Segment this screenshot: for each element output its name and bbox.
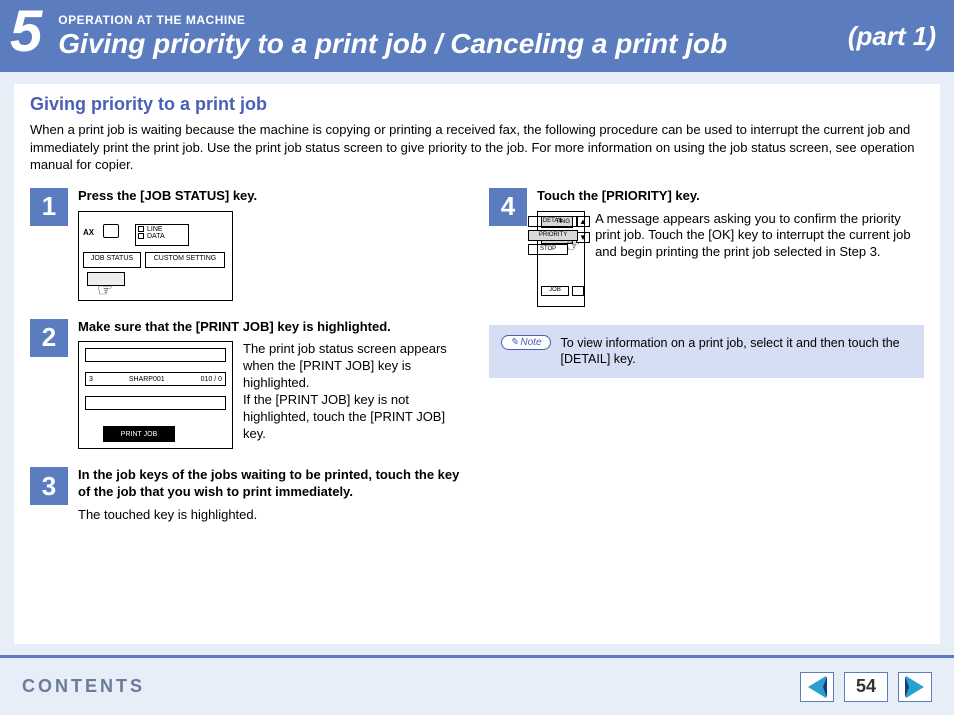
note-label: Note (520, 337, 541, 348)
note-badge: ✎Note (501, 335, 551, 350)
printer-icon (103, 224, 119, 238)
page-title: Giving priority to a print job / Canceli… (58, 29, 848, 60)
intro-paragraph: When a print job is waiting because the … (30, 121, 924, 174)
diagram-job-status-key: AX LINE DATA JOB STATUS CUSTOM SETTING ☜ (78, 211, 233, 301)
print-job-tab: PRINT JOB (103, 426, 175, 442)
section-heading: Giving priority to a print job (30, 94, 924, 115)
diagram-print-job-tab: 3 SHARP001 010 / 0 PRINT JOB (78, 341, 233, 449)
part-label: (part 1) (848, 21, 936, 52)
step-title: In the job keys of the jobs waiting to b… (78, 467, 465, 501)
step-description: A message appears asking you to confirm … (595, 211, 924, 262)
step-number: 1 (30, 188, 68, 226)
pencil-icon: ✎ (510, 337, 518, 348)
custom-setting-button: CUSTOM SETTING (145, 252, 225, 268)
diagram-priority-key: TING TING ▲ ▼ DETAIL PRIORITY STOP ☜ JOB (537, 211, 585, 307)
footer-bar: CONTENTS 54 (0, 655, 954, 715)
arrow-right-icon (906, 676, 924, 698)
step-number: 4 (489, 188, 527, 226)
page-number: 54 (844, 672, 888, 702)
step-description: The touched key is highlighted. (78, 507, 465, 524)
row-pages: 010 / 0 (201, 376, 222, 383)
step-3: 3 In the job keys of the jobs waiting to… (30, 467, 465, 524)
job-status-button: JOB STATUS (83, 252, 141, 268)
chapter-number: 5 (10, 3, 42, 61)
diagram-label-ax: AX (83, 228, 94, 237)
step-number: 3 (30, 467, 68, 505)
contents-button[interactable]: CONTENTS (22, 676, 145, 697)
step-1: 1 Press the [JOB STATUS] key. AX LINE DA… (30, 188, 465, 301)
next-page-button[interactable] (898, 672, 932, 702)
left-column: 1 Press the [JOB STATUS] key. AX LINE DA… (30, 188, 465, 542)
hand-pointer-icon: ☜ (97, 280, 113, 301)
job-row-empty (85, 396, 226, 410)
step-2: 2 Make sure that the [PRINT JOB] key is … (30, 319, 465, 450)
columns: 1 Press the [JOB STATUS] key. AX LINE DA… (30, 188, 924, 542)
job-row-empty (85, 348, 226, 362)
footer-nav: 54 (800, 672, 932, 702)
right-column: 4 Touch the [PRIORITY] key. TING TING ▲ … (489, 188, 924, 542)
arrow-left-icon (808, 676, 826, 698)
step-title: Press the [JOB STATUS] key. (78, 188, 465, 205)
data-label: DATA (147, 233, 165, 240)
header-text-block: OPERATION AT THE MACHINE Giving priority… (58, 13, 848, 60)
line-label: LINE (147, 226, 163, 233)
up-arrow-icon: ▲ (576, 216, 590, 227)
page-header: 5 OPERATION AT THE MACHINE Giving priori… (0, 0, 954, 72)
note-text: To view information on a print job, sele… (561, 335, 912, 369)
row-name: SHARP001 (129, 376, 165, 383)
step-4: 4 Touch the [PRIORITY] key. TING TING ▲ … (489, 188, 924, 307)
prev-page-button[interactable] (800, 672, 834, 702)
chapter-label: OPERATION AT THE MACHINE (58, 13, 848, 27)
hand-pointer-icon: ☜ (566, 236, 580, 256)
detail-button: DETAIL (528, 216, 578, 227)
indicator-box: LINE DATA (135, 224, 189, 246)
step-number: 2 (30, 319, 68, 357)
job-tab: JOB (541, 286, 569, 296)
step-title: Touch the [PRIORITY] key. (537, 188, 924, 205)
job-row-selected: 3 SHARP001 010 / 0 (85, 372, 226, 386)
content-area: Giving priority to a print job When a pr… (14, 84, 940, 644)
row-num: 3 (89, 376, 93, 383)
step-title: Make sure that the [PRINT JOB] key is hi… (78, 319, 465, 336)
stop-button: STOP (528, 244, 568, 255)
note-box: ✎Note To view information on a print job… (489, 325, 924, 379)
step-description: The print job status screen appears when… (243, 341, 465, 442)
tab-spacer (572, 286, 584, 296)
